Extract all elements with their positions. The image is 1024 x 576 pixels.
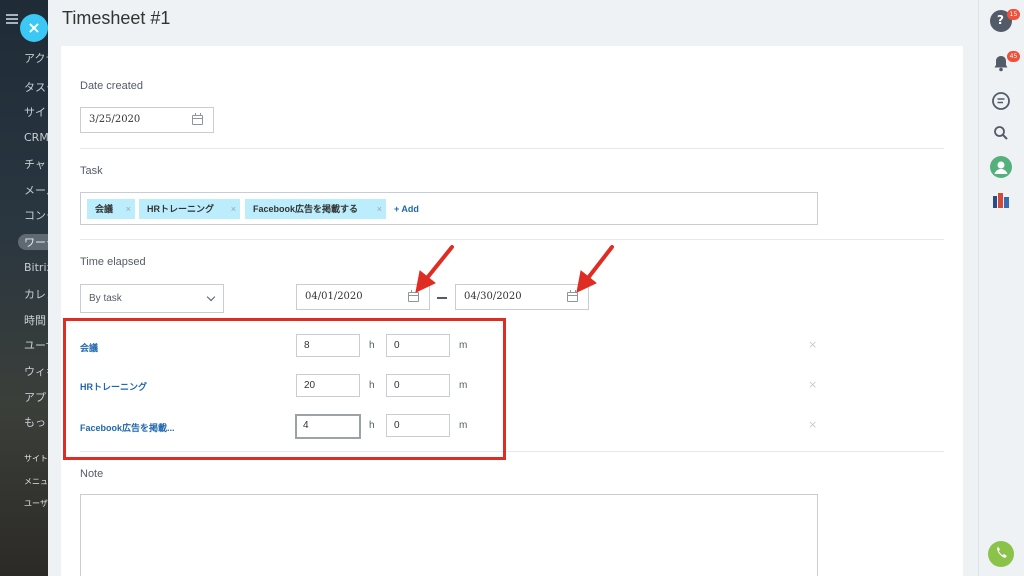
help-badge: 15 xyxy=(1007,9,1020,20)
chat-icon[interactable] xyxy=(990,90,1012,112)
right-sidebar: ? 15 45 xyxy=(978,0,1024,576)
search-icon[interactable] xyxy=(990,122,1012,144)
annotation-arrows xyxy=(415,245,614,293)
phone-icon[interactable] xyxy=(988,541,1014,567)
notifications-badge: 45 xyxy=(1007,51,1020,62)
avatar[interactable] xyxy=(990,156,1012,178)
group-avatar[interactable] xyxy=(990,190,1012,212)
annotation-arrow xyxy=(576,245,614,293)
annotation-arrow xyxy=(415,245,454,293)
